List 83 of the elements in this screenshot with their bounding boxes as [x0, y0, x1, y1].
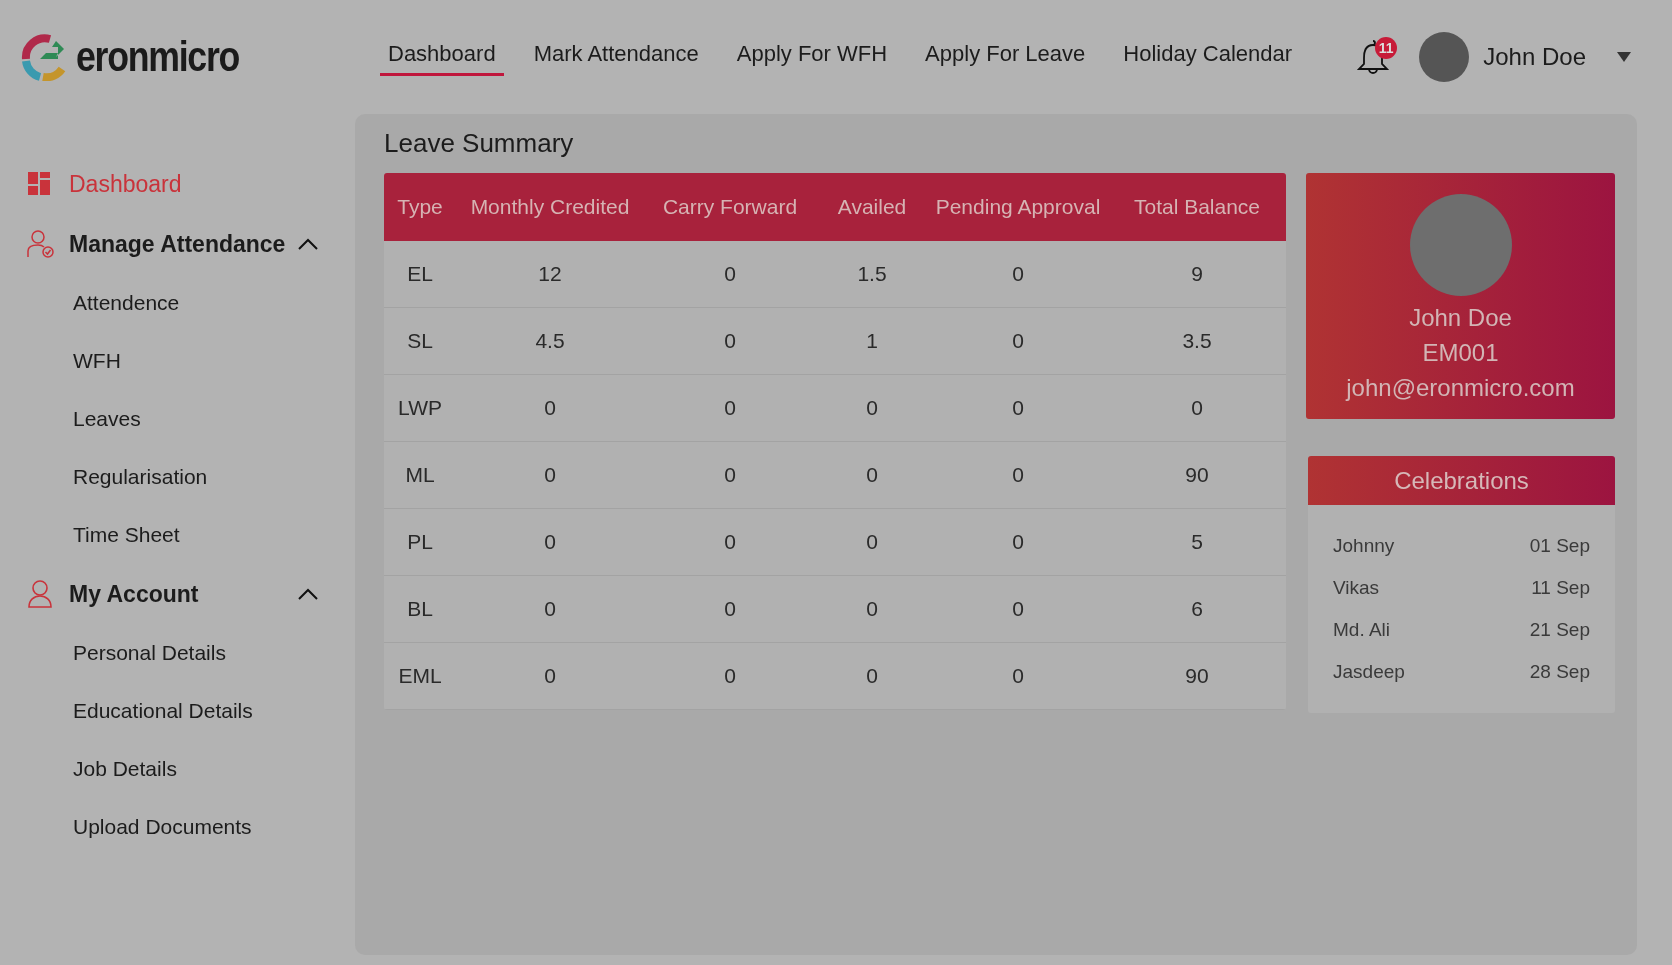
sidebar-subitem[interactable]: WFH: [73, 332, 355, 390]
table-cell: 0: [928, 241, 1108, 308]
celebration-name: Jasdeep: [1333, 661, 1405, 683]
table-cell: 0: [816, 509, 928, 576]
table-cell: EL: [384, 241, 456, 308]
table-cell: 0: [928, 375, 1108, 442]
sidebar-subitem[interactable]: Leaves: [73, 390, 355, 448]
celebration-date: 01 Sep: [1529, 535, 1590, 557]
table-cell: 12: [456, 241, 644, 308]
nav-link[interactable]: Apply For WFH: [728, 38, 896, 76]
column-header: Availed: [816, 173, 928, 241]
table-cell: PL: [384, 509, 456, 576]
table-cell: 0: [456, 643, 644, 710]
table-cell: 0: [1108, 375, 1286, 442]
table-cell: 0: [456, 442, 644, 509]
table-cell: 90: [1108, 643, 1286, 710]
table-cell: 0: [644, 643, 816, 710]
sidebar-item[interactable]: Manage Attendance: [0, 214, 355, 274]
table-cell: 0: [928, 442, 1108, 509]
sidebar-subitem[interactable]: Educational Details: [73, 682, 355, 740]
table-cell: 0: [456, 576, 644, 643]
table-cell: 9: [1108, 241, 1286, 308]
table-cell: 0: [456, 375, 644, 442]
table-cell: 6: [1108, 576, 1286, 643]
sidebar-label: My Account: [69, 580, 199, 608]
section-title: Leave Summary: [384, 128, 575, 159]
column-header: Type: [384, 173, 456, 241]
sidebar-label: Dashboard: [69, 170, 182, 198]
sidebar-subitem[interactable]: Time Sheet: [73, 506, 355, 564]
user-name[interactable]: John Doe: [1483, 43, 1586, 71]
celebration-date: 21 Sep: [1529, 619, 1590, 641]
column-header: Carry Forward: [644, 173, 816, 241]
celebration-date: 11 Sep: [1531, 577, 1590, 599]
sidebar-subitem[interactable]: Personal Details: [73, 624, 355, 682]
sidebar-label: Manage Attendance: [69, 230, 286, 258]
table-cell: 0: [816, 375, 928, 442]
table-cell: 0: [928, 308, 1108, 375]
table-cell: 0: [644, 375, 816, 442]
column-header: Total Balance: [1108, 173, 1286, 241]
table-cell: 0: [644, 509, 816, 576]
employee-id: EM001: [1422, 338, 1499, 368]
table-cell: 0: [928, 576, 1108, 643]
sidebar-subitem[interactable]: Upload Documents: [73, 798, 355, 856]
table-cell: 90: [1108, 442, 1286, 509]
table-cell: 0: [644, 241, 816, 308]
table-cell: 4.5: [456, 308, 644, 375]
celebration-date: 28 Sep: [1529, 661, 1590, 683]
sidebar-subitem[interactable]: Attendence: [73, 274, 355, 332]
card-title: Celebrations: [1308, 456, 1615, 505]
table-cell: 1: [816, 308, 928, 375]
table-cell: 0: [644, 576, 816, 643]
table-cell: 5: [1108, 509, 1286, 576]
table-cell: 0: [928, 643, 1108, 710]
table-cell: 0: [816, 643, 928, 710]
notification-badge: 11: [1375, 37, 1398, 59]
table-cell: 0: [816, 576, 928, 643]
nav-link[interactable]: Mark Attendance: [525, 38, 707, 76]
table-cell: 0: [456, 509, 644, 576]
table-cell: 0: [644, 308, 816, 375]
profile-email: john@eronmicro.com: [1346, 373, 1575, 403]
celebration-name: Md. Ali: [1333, 619, 1391, 641]
table-cell: 0: [816, 442, 928, 509]
table-cell: BL: [384, 576, 456, 643]
sidebar-item[interactable]: My Account: [0, 564, 355, 624]
logo-text: eronmicro: [76, 33, 240, 81]
profile-name: John Doe: [1409, 303, 1512, 333]
celebration-name: Vikas: [1333, 577, 1380, 599]
column-header: Pending Approval: [928, 173, 1108, 241]
table-cell: ML: [384, 442, 456, 509]
celebration-name: Johnny: [1333, 535, 1395, 557]
table-cell: 1.5: [816, 241, 928, 308]
table-cell: 0: [928, 509, 1108, 576]
column-header: Monthly Credited: [456, 173, 644, 241]
table-cell: LWP: [384, 375, 456, 442]
sidebar-subitem[interactable]: Regularisation: [73, 448, 355, 506]
sidebar-subitem[interactable]: Job Details: [73, 740, 355, 798]
nav-link[interactable]: Holiday Calendar: [1115, 38, 1301, 76]
table-cell: 0: [644, 442, 816, 509]
table-cell: SL: [384, 308, 456, 375]
table-cell: EML: [384, 643, 456, 710]
nav-link[interactable]: Dashboard: [380, 38, 504, 76]
nav-link[interactable]: Apply For Leave: [917, 38, 1094, 76]
table-cell: 3.5: [1108, 308, 1286, 375]
